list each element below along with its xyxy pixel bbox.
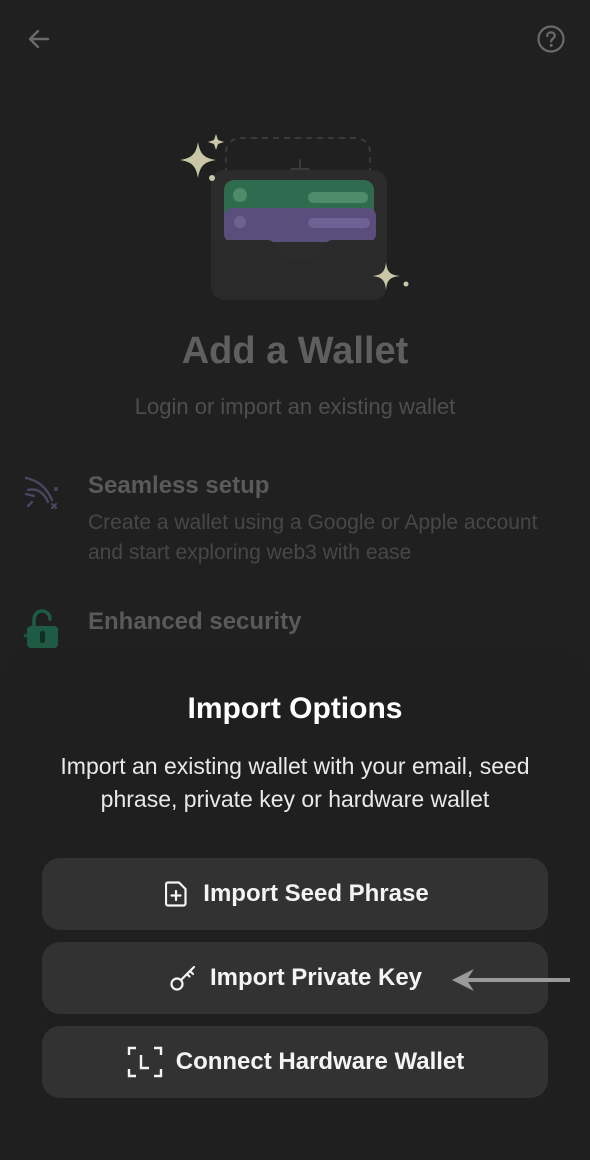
key-icon [168,963,198,993]
feature-enhanced-security: Enhanced security [22,608,568,648]
question-circle-icon [537,25,565,53]
arrow-pointer-icon [452,969,570,991]
padlock-icon [23,609,58,648]
scan-frame-icon [126,1046,164,1078]
connect-hardware-wallet-button[interactable]: Connect Hardware Wallet [42,1026,548,1098]
feature-description: Create a wallet using a Google or Apple … [88,511,538,564]
page-subtitle: Login or import an existing wallet [134,394,456,419]
sheet-title: Import Options [187,692,403,725]
connect-hardware-wallet-label: Connect Hardware Wallet [175,1048,465,1075]
sheet-description: Import an existing wallet with your emai… [60,753,530,812]
import-options-sheet: Import Options Import an existing wallet… [0,648,590,1160]
file-plus-icon [161,879,191,909]
wallet-cards-icon [180,134,409,300]
sparkle-tool-icon [24,476,58,509]
import-seed-phrase-label: Import Seed Phrase [203,880,429,907]
import-seed-phrase-button[interactable]: Import Seed Phrase [42,858,548,930]
back-button[interactable] [22,22,56,56]
help-button[interactable] [534,22,568,56]
arrow-left-icon [28,29,50,49]
feature-seamless-setup: Seamless setup Create a wallet using a G… [22,472,568,582]
feature-title: Seamless setup [88,472,270,499]
add-wallet-screen: Add a Wallet Login or import an existing… [0,0,590,1160]
import-private-key-label: Import Private Key [209,964,423,991]
page-title: Add a Wallet [181,330,409,372]
feature-title: Enhanced security [88,608,302,635]
